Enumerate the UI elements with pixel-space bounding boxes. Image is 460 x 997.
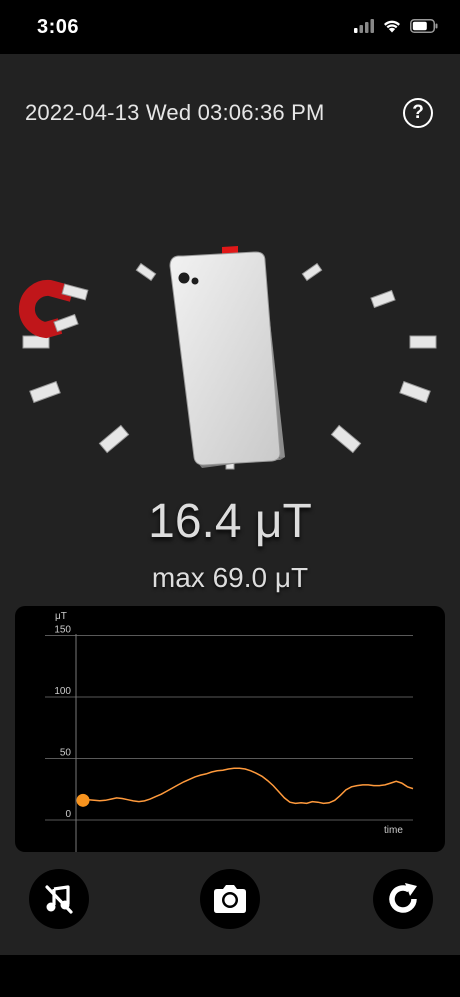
help-icon: ? <box>412 102 424 123</box>
wifi-icon <box>384 20 400 33</box>
home-indicator-area <box>0 955 460 997</box>
cellular-signal-icon <box>354 18 374 33</box>
magnet-gauge-scene <box>18 246 437 470</box>
reset-button[interactable] <box>373 869 433 929</box>
camera-button[interactable] <box>200 869 260 929</box>
x-axis-label: time <box>384 825 403 836</box>
battery-icon <box>410 18 438 33</box>
bottom-controls <box>0 869 460 931</box>
magnetometer-app: 2022-04-13 Wed 03:06:36 PM ? 16.4 μT max… <box>0 54 460 955</box>
help-button[interactable]: ? <box>403 98 433 128</box>
current-field-reading: 16.4 μT <box>148 495 312 548</box>
status-icons <box>354 18 438 33</box>
max-field-reading: max 69.0 μT <box>151 562 309 593</box>
mute-button[interactable] <box>29 869 89 929</box>
camera-icon <box>214 885 246 913</box>
mute-sound-icon <box>45 885 73 914</box>
magnet-icon <box>18 279 89 339</box>
field-history-chart: μT time 0 50 100 150 <box>15 606 445 852</box>
field-history-plot: μT time 0 50 100 150 <box>45 611 414 852</box>
phone-model-icon <box>169 246 285 468</box>
y-tick-label: 0 <box>65 809 71 820</box>
y-tick-label: 100 <box>54 686 71 697</box>
y-axis-label: μT <box>55 611 67 622</box>
current-point-marker <box>76 793 90 807</box>
field-series-line <box>82 767 414 805</box>
datetime-display: 2022-04-13 Wed 03:06:36 PM <box>25 100 325 125</box>
reset-icon <box>389 883 417 913</box>
status-time: 3:06 <box>37 16 80 38</box>
status-bar: 3:06 <box>0 0 460 54</box>
y-tick-label: 150 <box>54 625 71 636</box>
y-tick-label: 50 <box>60 748 72 759</box>
